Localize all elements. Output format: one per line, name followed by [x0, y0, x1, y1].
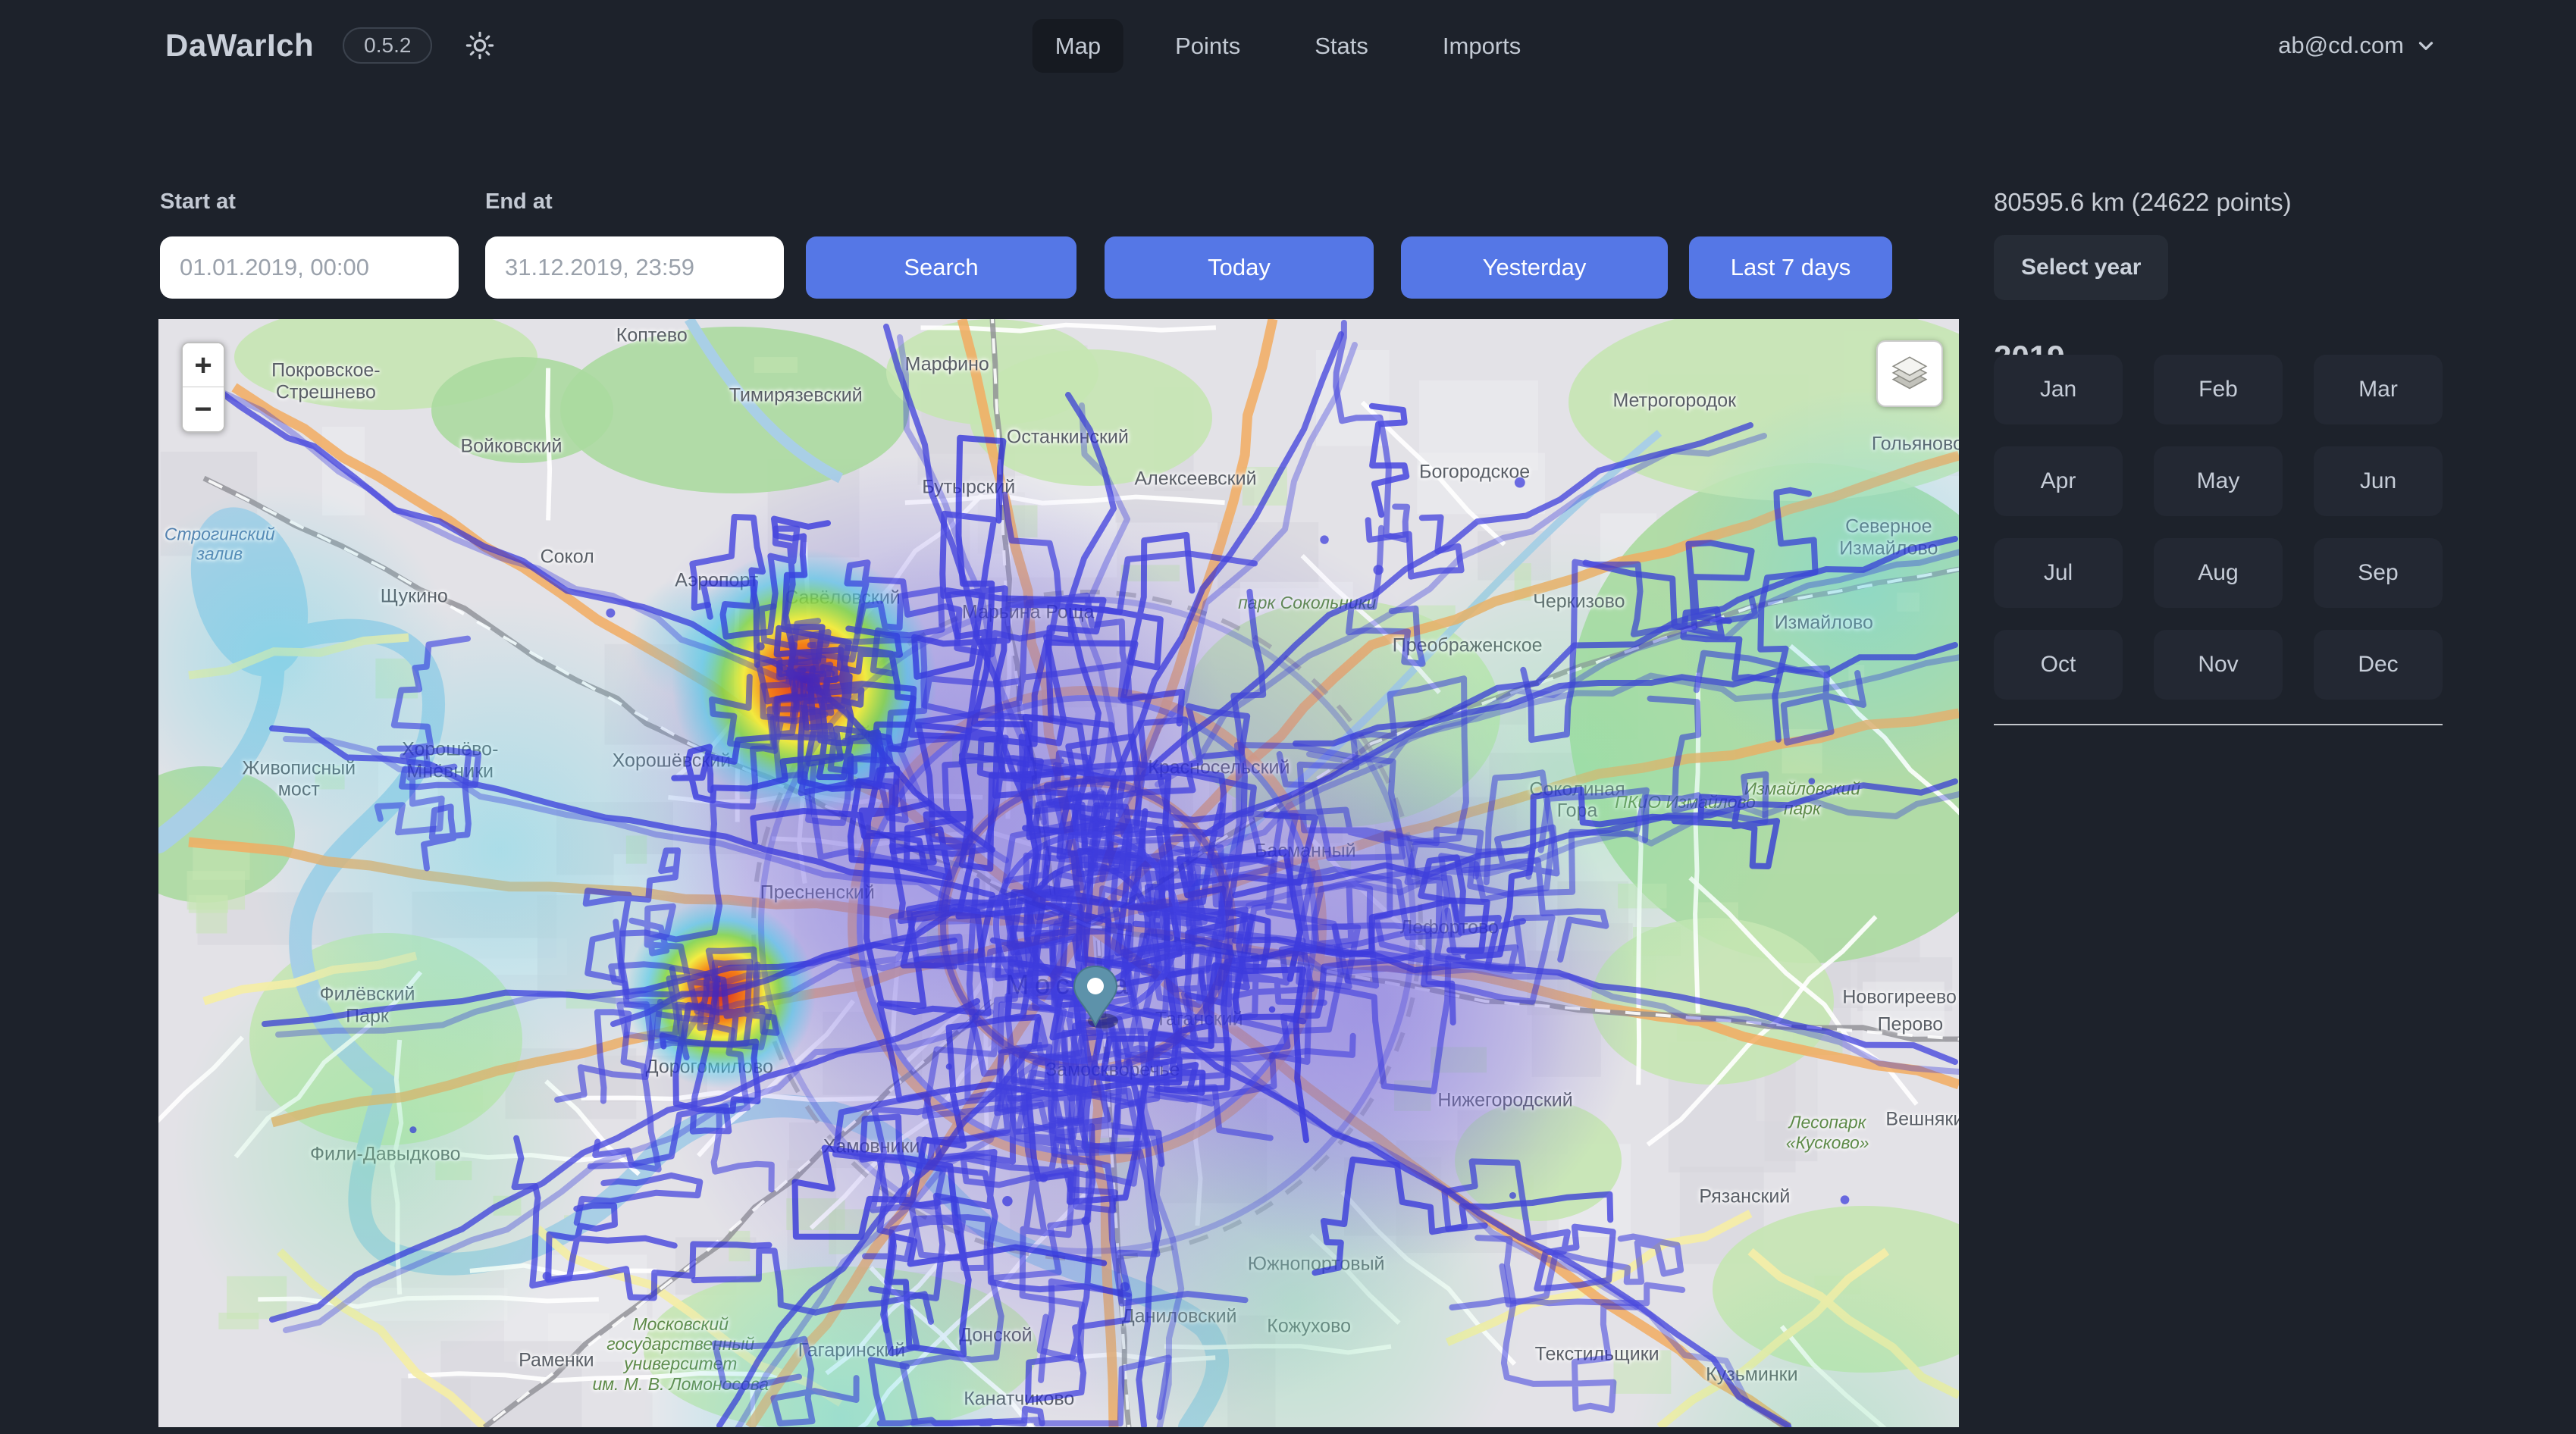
- sidebar-divider: [1994, 724, 2443, 725]
- last-7-days-button[interactable]: Last 7 days: [1689, 236, 1892, 299]
- main-tabs: Map Points Stats Imports: [1033, 0, 1544, 91]
- month-button-jan[interactable]: Jan: [1994, 355, 2123, 424]
- month-button-jun[interactable]: Jun: [2314, 446, 2443, 516]
- version-badge: 0.5.2: [343, 27, 432, 64]
- month-button-nov[interactable]: Nov: [2154, 630, 2283, 700]
- month-button-mar[interactable]: Mar: [2314, 355, 2443, 424]
- distance-summary: 80595.6 km (24622 points): [1994, 188, 2292, 217]
- month-button-dec[interactable]: Dec: [2314, 630, 2443, 700]
- tab-imports[interactable]: Imports: [1420, 19, 1543, 73]
- tab-stats[interactable]: Stats: [1292, 19, 1391, 73]
- end-at-input[interactable]: [485, 236, 784, 299]
- month-button-aug[interactable]: Aug: [2154, 538, 2283, 608]
- chevron-down-icon: [2415, 34, 2437, 57]
- layers-icon: [1890, 354, 1929, 393]
- yesterday-button[interactable]: Yesterday: [1401, 236, 1668, 299]
- user-email: ab@cd.com: [2278, 32, 2404, 59]
- start-at-input[interactable]: [160, 236, 459, 299]
- map-base-layer: [158, 319, 1959, 1427]
- select-year-button[interactable]: Select year: [1994, 235, 2168, 300]
- month-button-feb[interactable]: Feb: [2154, 355, 2283, 424]
- end-at-label: End at: [485, 189, 553, 214]
- month-button-apr[interactable]: Apr: [1994, 446, 2123, 516]
- brand: DaWarIch 0.5.2: [165, 0, 499, 91]
- month-button-jul[interactable]: Jul: [1994, 538, 2123, 608]
- month-button-oct[interactable]: Oct: [1994, 630, 2123, 700]
- app-logo: DaWarIch: [165, 27, 314, 64]
- map-canvas[interactable]: КоптевоПокровское- СтрешневоТимирязевски…: [158, 319, 1959, 1427]
- map-layers-control[interactable]: [1876, 340, 1943, 407]
- zoom-out-button[interactable]: −: [183, 387, 224, 431]
- sun-icon: [465, 31, 494, 60]
- theme-toggle-button[interactable]: [461, 27, 499, 64]
- location-marker-pin: [1071, 965, 1120, 1030]
- app-root: DaWarIch 0.5.2 Map Points Stats Imports: [0, 0, 2576, 1434]
- today-button[interactable]: Today: [1105, 236, 1374, 299]
- user-menu[interactable]: ab@cd.com: [2278, 0, 2437, 91]
- month-grid: Jan Feb Mar Apr May Jun Jul Aug Sep Oct …: [1994, 355, 2443, 700]
- tab-points[interactable]: Points: [1152, 19, 1263, 73]
- map-zoom-control: + −: [181, 342, 225, 433]
- start-at-label: Start at: [160, 189, 236, 214]
- month-button-sep[interactable]: Sep: [2314, 538, 2443, 608]
- month-button-may[interactable]: May: [2154, 446, 2283, 516]
- navbar: DaWarIch 0.5.2 Map Points Stats Imports: [0, 0, 2576, 91]
- zoom-in-button[interactable]: +: [183, 343, 224, 387]
- search-button[interactable]: Search: [806, 236, 1076, 299]
- tab-map[interactable]: Map: [1033, 19, 1123, 73]
